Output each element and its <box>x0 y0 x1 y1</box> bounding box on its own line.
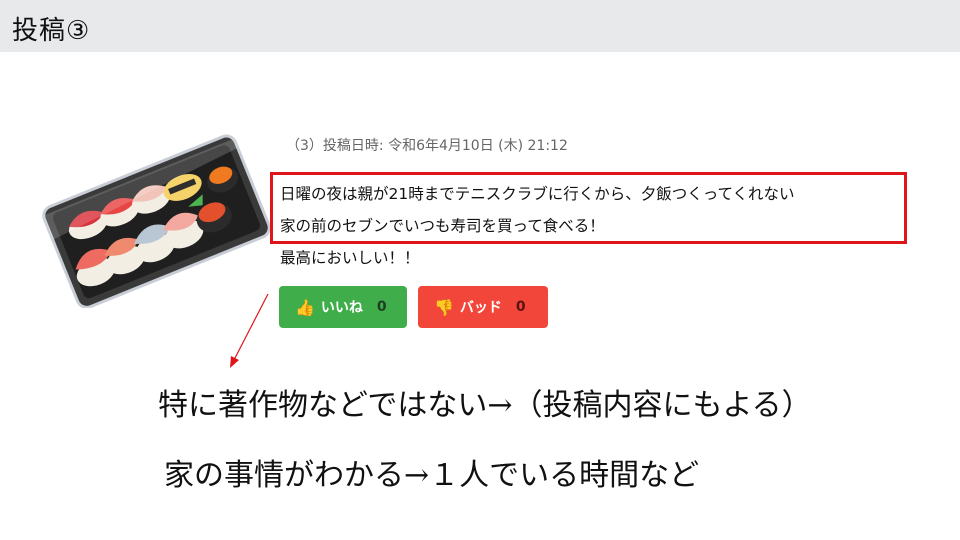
like-button[interactable]: 👍 いいね 0 <box>279 286 407 328</box>
thumbs-up-icon: 👍 <box>295 297 315 317</box>
note-line-1: 特に著作物などではない→（投稿内容にもよる） <box>158 388 812 423</box>
note-line-2: 家の事情がわかる→１人でいる時間など <box>164 458 700 493</box>
slide-title: 投稿③ <box>12 16 91 46</box>
highlight-box <box>270 172 907 244</box>
thumbs-down-icon: 👎 <box>434 297 454 317</box>
like-label: いいね <box>320 300 363 316</box>
pointer-arrow <box>230 293 269 368</box>
post-line-3: 最高においしい！！ <box>280 249 420 267</box>
slide-title-bar: 投稿③ <box>0 0 960 52</box>
bad-button[interactable]: 👎 バッド 0 <box>418 286 548 328</box>
bad-label: バッド <box>459 300 502 316</box>
sushi-tray-image <box>42 134 270 308</box>
like-count: 0 <box>376 299 387 315</box>
bad-count: 0 <box>515 299 526 315</box>
post-meta: （3）投稿日時: 令和6年4月10日 (木) 21:12 <box>286 138 568 154</box>
